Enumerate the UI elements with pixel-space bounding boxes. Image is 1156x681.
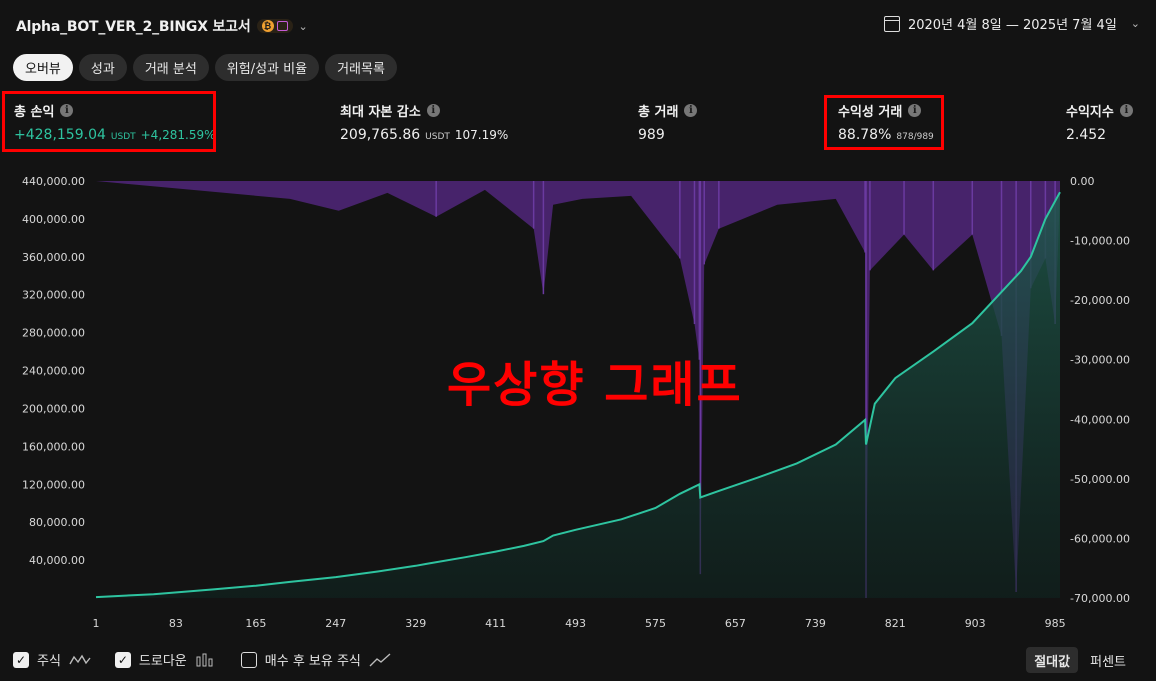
y-right-tick-label: -10,000.00 (1070, 235, 1130, 248)
y-left-tick-label: 240,000.00 (22, 365, 85, 378)
x-tick-label: 493 (565, 617, 586, 630)
checkbox-drawdown[interactable]: ✓ (114, 651, 131, 668)
y-left-tick-label: 320,000.00 (22, 289, 85, 302)
legend-label: 드로다운 (138, 654, 187, 669)
toggle-percent[interactable]: 퍼센트 (1082, 647, 1134, 673)
x-tick-label: 247 (325, 617, 346, 630)
y-right-tick-label: -60,000.00 (1070, 532, 1130, 545)
x-tick-label: 329 (405, 617, 426, 630)
checkbox-buy-hold[interactable] (240, 651, 257, 668)
bars-icon (196, 653, 213, 666)
legend-buy-hold[interactable]: 매수 후 보유 주식 (240, 650, 391, 669)
y-right-tick-label: -20,000.00 (1070, 294, 1130, 307)
legend-label: 주식 (37, 654, 61, 669)
equity-chart[interactable]: 440,000.00 400,000.00 360,000.00 320,000.00… (0, 0, 1156, 640)
x-tick-label: 83 (169, 617, 183, 630)
toggle-absolute[interactable]: 절대값 (1026, 647, 1079, 673)
annotation-text: 우상향 그래프 (447, 357, 743, 413)
y-left-tick-label: 160,000.00 (22, 440, 85, 453)
value-mode-toggle: 절대값 퍼센트 (1026, 647, 1134, 673)
trend-line-icon (369, 652, 391, 666)
x-tick-label: 739 (805, 617, 826, 630)
y-right-tick-label: -40,000.00 (1070, 413, 1130, 426)
y-left-tick-label: 80,000.00 (29, 516, 85, 529)
x-tick-label: 903 (965, 617, 986, 630)
x-tick-label: 575 (645, 617, 666, 630)
y-right-tick-label: 0.00 (1070, 175, 1095, 188)
y-right-tick-label: -70,000.00 (1070, 592, 1130, 605)
y-left-tick-label: 280,000.00 (22, 327, 85, 340)
legend-label: 매수 후 보유 주식 (264, 654, 361, 669)
chart-legend: ✓ 주식 ✓ 드로다운 매수 후 보유 주식 (13, 650, 391, 669)
legend-equity[interactable]: ✓ 주식 (13, 650, 91, 669)
y-left-tick-label: 40,000.00 (29, 554, 85, 567)
legend-drawdown[interactable]: ✓ 드로다운 (114, 650, 217, 669)
line-wave-icon (69, 654, 91, 664)
x-tick-label: 165 (245, 617, 266, 630)
x-tick-label: 1 (93, 617, 100, 630)
y-right-tick-label: -50,000.00 (1070, 473, 1130, 486)
checkbox-equity[interactable]: ✓ (13, 651, 29, 668)
x-tick-label: 657 (725, 617, 746, 630)
y-left-tick-label: 400,000.00 (22, 213, 85, 226)
y-left-tick-label: 360,000.00 (22, 251, 85, 264)
y-right-tick-label: -30,000.00 (1070, 354, 1130, 367)
x-tick-label: 411 (485, 617, 506, 630)
y-left-tick-label: 200,000.00 (22, 402, 85, 415)
x-tick-label: 985 (1045, 617, 1066, 630)
x-tick-label: 821 (885, 617, 906, 630)
y-left-tick-label: 120,000.00 (22, 478, 85, 491)
y-left-tick-label: 440,000.00 (22, 175, 85, 188)
